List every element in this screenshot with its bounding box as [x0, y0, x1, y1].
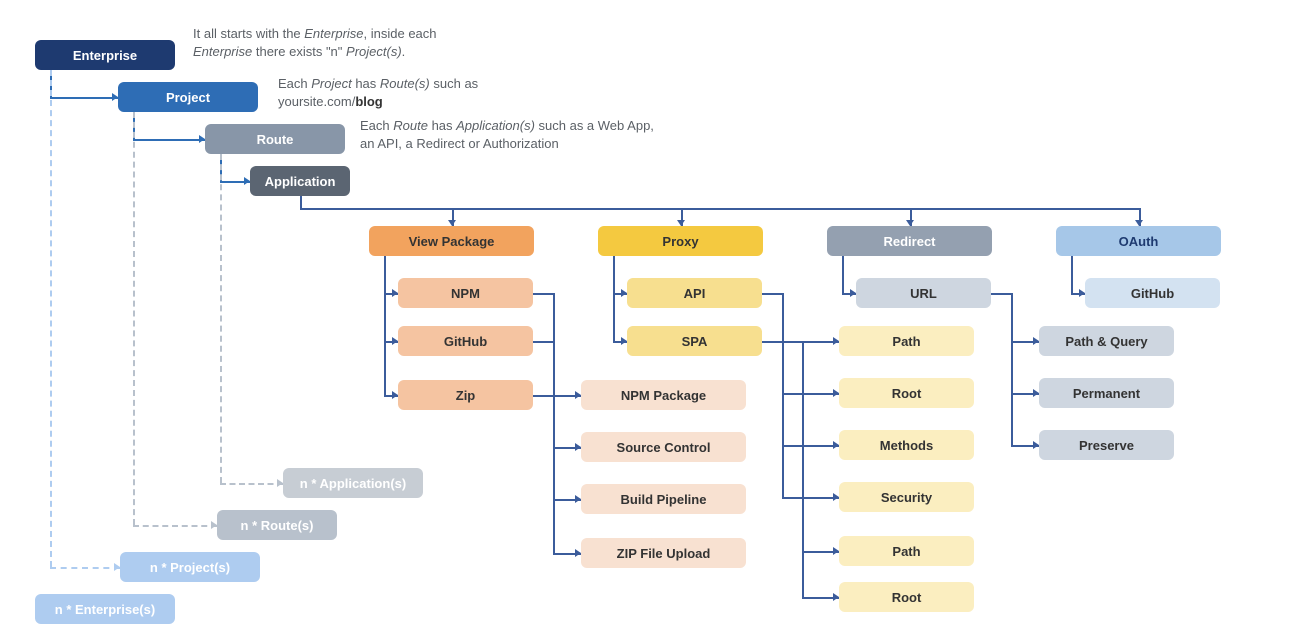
node-n_app: n * Application(s) — [283, 468, 423, 498]
node-permanent: Permanent — [1039, 378, 1174, 408]
connector-segment — [762, 293, 782, 295]
connector-segment — [384, 256, 386, 395]
node-api_root: Root — [839, 378, 974, 408]
connector-segment — [300, 208, 1139, 210]
connector-segment — [300, 196, 302, 208]
connector-segment — [50, 567, 120, 569]
node-github_o: GitHub — [1085, 278, 1220, 308]
connector-segment — [613, 256, 615, 341]
connector-segment — [802, 341, 804, 597]
node-npm_pkg: NPM Package — [581, 380, 746, 410]
connector-segment — [133, 525, 217, 527]
node-n_route: n * Route(s) — [217, 510, 337, 540]
node-build_pipe: Build Pipeline — [581, 484, 746, 514]
node-route: Route — [205, 124, 345, 154]
node-api_methods: Methods — [839, 430, 974, 460]
node-api_security: Security — [839, 482, 974, 512]
connector-segment — [220, 483, 283, 485]
connector-segment — [762, 341, 802, 343]
node-oauth: OAuth — [1056, 226, 1221, 256]
connector-segment — [533, 395, 553, 397]
node-zip_upload: ZIP File Upload — [581, 538, 746, 568]
connector-segment — [782, 293, 784, 497]
node-spa_root: Root — [839, 582, 974, 612]
connector-segment — [533, 293, 553, 295]
connector-segment — [1011, 293, 1013, 445]
node-path_query: Path & Query — [1039, 326, 1174, 356]
connector-segment — [220, 154, 222, 483]
node-spa_path: Path — [839, 536, 974, 566]
connector-segment — [133, 139, 205, 141]
node-url: URL — [856, 278, 991, 308]
node-enterprise: Enterprise — [35, 40, 175, 70]
node-n_project: n * Project(s) — [120, 552, 260, 582]
connector-segment — [50, 97, 118, 99]
node-zip: Zip — [398, 380, 533, 410]
node-preserve: Preserve — [1039, 430, 1174, 460]
node-npm: NPM — [398, 278, 533, 308]
connector-segment — [782, 497, 839, 499]
connector-segment — [50, 70, 52, 567]
node-view_package: View Package — [369, 226, 534, 256]
connector-segment — [991, 293, 1011, 295]
connector-segment — [553, 395, 555, 553]
description-d_route: Each Route has Application(s) such as a … — [360, 117, 660, 153]
node-proxy: Proxy — [598, 226, 763, 256]
node-application: Application — [250, 166, 350, 196]
connector-segment — [133, 112, 135, 525]
node-project: Project — [118, 82, 258, 112]
diagram-canvas: It all starts with the Enterprise, insid… — [0, 0, 1304, 620]
connector-segment — [1071, 256, 1073, 293]
node-api: API — [627, 278, 762, 308]
description-d_project: Each Project has Route(s) such as yoursi… — [278, 75, 538, 111]
node-spa: SPA — [627, 326, 762, 356]
node-src_ctrl: Source Control — [581, 432, 746, 462]
connector-segment — [782, 445, 839, 447]
connector-segment — [842, 256, 844, 293]
node-api_path: Path — [839, 326, 974, 356]
node-redirect: Redirect — [827, 226, 992, 256]
description-d_enterprise: It all starts with the Enterprise, insid… — [193, 25, 453, 61]
connector-segment — [782, 393, 839, 395]
node-github_v: GitHub — [398, 326, 533, 356]
connector-segment — [533, 341, 553, 343]
